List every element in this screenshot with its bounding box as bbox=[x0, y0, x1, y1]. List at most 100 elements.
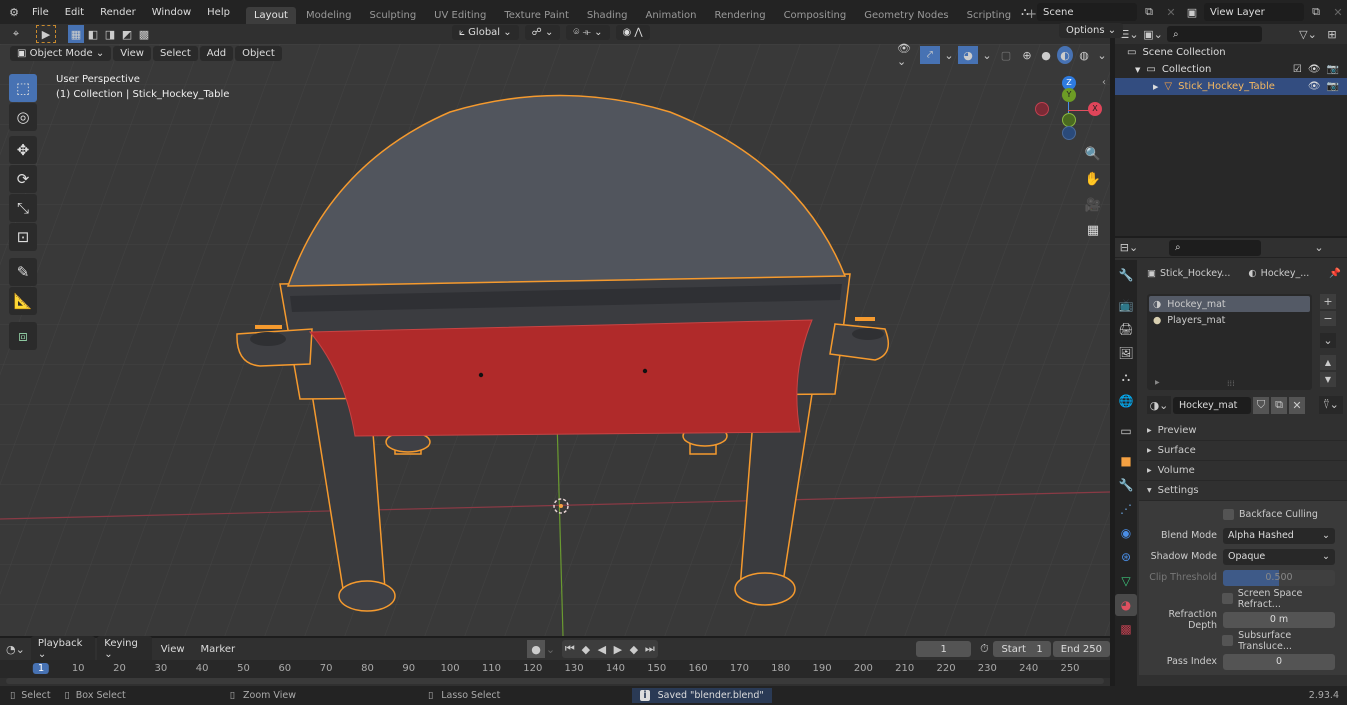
tab-view-layer[interactable]: 🖼 bbox=[1115, 342, 1137, 364]
tool-measure[interactable]: 📐 bbox=[9, 287, 37, 315]
jump-start-button[interactable]: ⏮ bbox=[562, 640, 578, 658]
start-frame-field[interactable]: Start 1 bbox=[993, 641, 1051, 657]
unlink-material-button[interactable]: ✕ bbox=[1289, 396, 1305, 414]
auto-keying-toggle[interactable]: ● bbox=[527, 640, 546, 658]
browse-material-button[interactable]: ◑⌄ bbox=[1147, 396, 1171, 414]
menu-view[interactable]: View bbox=[154, 642, 192, 657]
list-resize-handle[interactable]: ⁞⁞⁞ bbox=[1227, 379, 1235, 388]
subsurface-checkbox[interactable] bbox=[1222, 635, 1234, 646]
tab-modifiers[interactable]: 🔧 bbox=[1115, 474, 1137, 496]
gizmo-y-axis[interactable]: Y bbox=[1062, 88, 1076, 102]
tab-layout[interactable]: Layout bbox=[245, 7, 296, 24]
render-camera-icon[interactable]: 📷 bbox=[1327, 81, 1339, 92]
menu-object[interactable]: Object bbox=[235, 46, 282, 61]
blend-mode-dropdown[interactable]: Alpha Hashed ⌄ bbox=[1223, 527, 1335, 544]
tab-animation[interactable]: Animation bbox=[638, 7, 705, 24]
shading-material-icon[interactable]: ◐ bbox=[1057, 46, 1073, 64]
backface-culling-checkbox[interactable] bbox=[1223, 509, 1234, 520]
tab-data[interactable]: ▽ bbox=[1115, 570, 1137, 592]
next-keyframe-button[interactable]: ◆ bbox=[626, 640, 642, 658]
tab-scene[interactable]: ⛬ bbox=[1115, 366, 1137, 388]
properties-search[interactable]: ⌕ bbox=[1169, 239, 1261, 256]
material-name-field[interactable]: Hockey_mat bbox=[1173, 396, 1251, 414]
refraction-depth-field[interactable]: 0 m bbox=[1223, 611, 1335, 628]
options-dropdown[interactable]: Options ⌄ bbox=[1059, 23, 1124, 38]
outliner-search[interactable]: ⌕ bbox=[1167, 26, 1262, 42]
visibility-icon[interactable]: 👁⌄ bbox=[897, 42, 917, 68]
shading-rendered-icon[interactable]: ◍ bbox=[1076, 46, 1092, 64]
frame-ruler[interactable]: 1 10 20 30 40 50 60 70 80 90 100 110 120 130 140 150 160… bbox=[0, 660, 1110, 678]
tab-constraints[interactable]: ⊛ bbox=[1115, 546, 1137, 568]
section-surface[interactable]: ▶ Surface bbox=[1139, 441, 1347, 461]
camera-view-button[interactable]: 🎥 bbox=[1082, 194, 1104, 216]
properties-options-icon[interactable]: ⌄ bbox=[1309, 239, 1329, 257]
menu-add[interactable]: Add bbox=[199, 46, 234, 61]
proportional-edit-toggle[interactable]: ◉ ⋀ bbox=[615, 25, 650, 40]
ssr-checkbox[interactable] bbox=[1221, 593, 1233, 604]
pin-icon[interactable]: 📌 bbox=[1329, 268, 1341, 279]
new-scene-icon[interactable]: ⧉ bbox=[1139, 3, 1159, 21]
select-tool-icon[interactable]: ▶ bbox=[36, 25, 56, 43]
prev-keyframe-button[interactable]: ◆ bbox=[578, 640, 594, 658]
duplicate-material-button[interactable]: ⧉ bbox=[1271, 396, 1287, 414]
gizmo-x-axis[interactable]: X bbox=[1088, 102, 1102, 116]
keying-dropdown[interactable]: ⌄ bbox=[545, 640, 556, 658]
tab-texture[interactable]: ▩ bbox=[1115, 618, 1137, 640]
material-slot-list[interactable]: ◑ Hockey_mat ● Players_mat ▶ ⁞⁞⁞ bbox=[1147, 294, 1312, 390]
sidebar-toggle-icon[interactable]: ‹ bbox=[1102, 77, 1106, 88]
ssr-row[interactable]: Screen Space Refract... bbox=[1139, 588, 1347, 610]
tool-add-cube[interactable]: ⧈ bbox=[9, 322, 37, 350]
filter-icon[interactable]: ▽⌄ bbox=[1298, 25, 1318, 43]
gizmo-neg-x[interactable] bbox=[1035, 102, 1049, 116]
list-expand-icon[interactable]: ▶ bbox=[1155, 379, 1160, 386]
gizmo-neg-y[interactable] bbox=[1062, 113, 1076, 127]
play-button[interactable]: ▶ bbox=[610, 640, 626, 658]
eye-icon[interactable]: 👁 bbox=[1308, 81, 1321, 92]
end-frame-field[interactable]: End 250 bbox=[1052, 641, 1110, 657]
disclosure-triangle-icon[interactable]: ▼ bbox=[1135, 66, 1140, 74]
tool-rotate[interactable]: ⟳ bbox=[9, 165, 37, 193]
blender-logo-icon[interactable]: ⚙ bbox=[4, 3, 24, 21]
tab-modeling[interactable]: Modeling bbox=[298, 7, 360, 24]
current-frame-marker[interactable]: 1 bbox=[32, 663, 50, 674]
tool-transform[interactable]: ⊡ bbox=[9, 223, 37, 251]
view-layer-icon[interactable]: ▣ bbox=[1182, 3, 1202, 21]
menu-marker[interactable]: Marker bbox=[194, 642, 243, 657]
shading-wireframe-icon[interactable]: ⊕ bbox=[1019, 46, 1035, 64]
tab-output[interactable]: 🖨 bbox=[1115, 318, 1137, 340]
tab-tool[interactable]: 🔧 bbox=[1115, 264, 1137, 286]
menu-edit[interactable]: Edit bbox=[57, 7, 92, 18]
slot-specials-button[interactable]: ⌄ bbox=[1320, 333, 1336, 348]
select-mode-subtract-icon[interactable]: ◨ bbox=[102, 25, 118, 43]
tab-shading[interactable]: Shading bbox=[579, 7, 636, 24]
3d-viewport[interactable]: User Perspective (1) Collection | Stick_… bbox=[0, 44, 1110, 636]
current-frame-field[interactable]: 1 bbox=[915, 641, 972, 657]
section-volume[interactable]: ▶ Volume bbox=[1139, 461, 1347, 481]
outliner-row-stick-hockey-table[interactable]: ▶ ▽ Stick_Hockey_Table 👁 📷 bbox=[1115, 78, 1347, 95]
tab-sculpting[interactable]: Sculpting bbox=[361, 7, 424, 24]
tab-rendering[interactable]: Rendering bbox=[706, 7, 773, 24]
material-slot-item[interactable]: ◑ Hockey_mat bbox=[1149, 296, 1310, 312]
tab-particles[interactable]: ⋰ bbox=[1115, 498, 1137, 520]
menu-help[interactable]: Help bbox=[199, 7, 238, 18]
tab-scripting[interactable]: Scripting bbox=[959, 7, 1019, 24]
shading-dropdown[interactable]: ⌄ bbox=[1095, 46, 1109, 64]
tab-uv-editing[interactable]: UV Editing bbox=[426, 7, 494, 24]
pass-index-field[interactable]: 0 bbox=[1223, 653, 1335, 670]
tab-object[interactable]: ■ bbox=[1115, 450, 1137, 472]
menu-select[interactable]: Select bbox=[152, 46, 198, 61]
delete-scene-icon[interactable]: ✕ bbox=[1161, 3, 1181, 21]
menu-playback[interactable]: Playback ⌄ bbox=[30, 636, 96, 662]
exclude-checkbox[interactable]: ☑ bbox=[1293, 64, 1302, 75]
select-mode-extend-icon[interactable]: ◧ bbox=[85, 25, 101, 43]
overlay-dropdown[interactable]: ⌄ bbox=[981, 46, 993, 64]
tab-world[interactable]: 🌐 bbox=[1115, 390, 1137, 412]
select-mode-invert-icon[interactable]: ◩ bbox=[119, 25, 135, 43]
fake-user-button[interactable]: ⛉ bbox=[1253, 396, 1269, 414]
tool-cursor[interactable]: ◎ bbox=[9, 103, 37, 131]
new-view-layer-icon[interactable]: ⧉ bbox=[1306, 3, 1326, 21]
backface-culling-row[interactable]: Backface Culling bbox=[1139, 504, 1347, 525]
properties-editor-type-icon[interactable]: ⊟⌄ bbox=[1119, 239, 1139, 257]
timeline-editor-type-icon[interactable]: ◔⌄ bbox=[6, 640, 25, 658]
snap-toggle[interactable]: ⌾ ⟛ ⌄ bbox=[566, 25, 610, 40]
